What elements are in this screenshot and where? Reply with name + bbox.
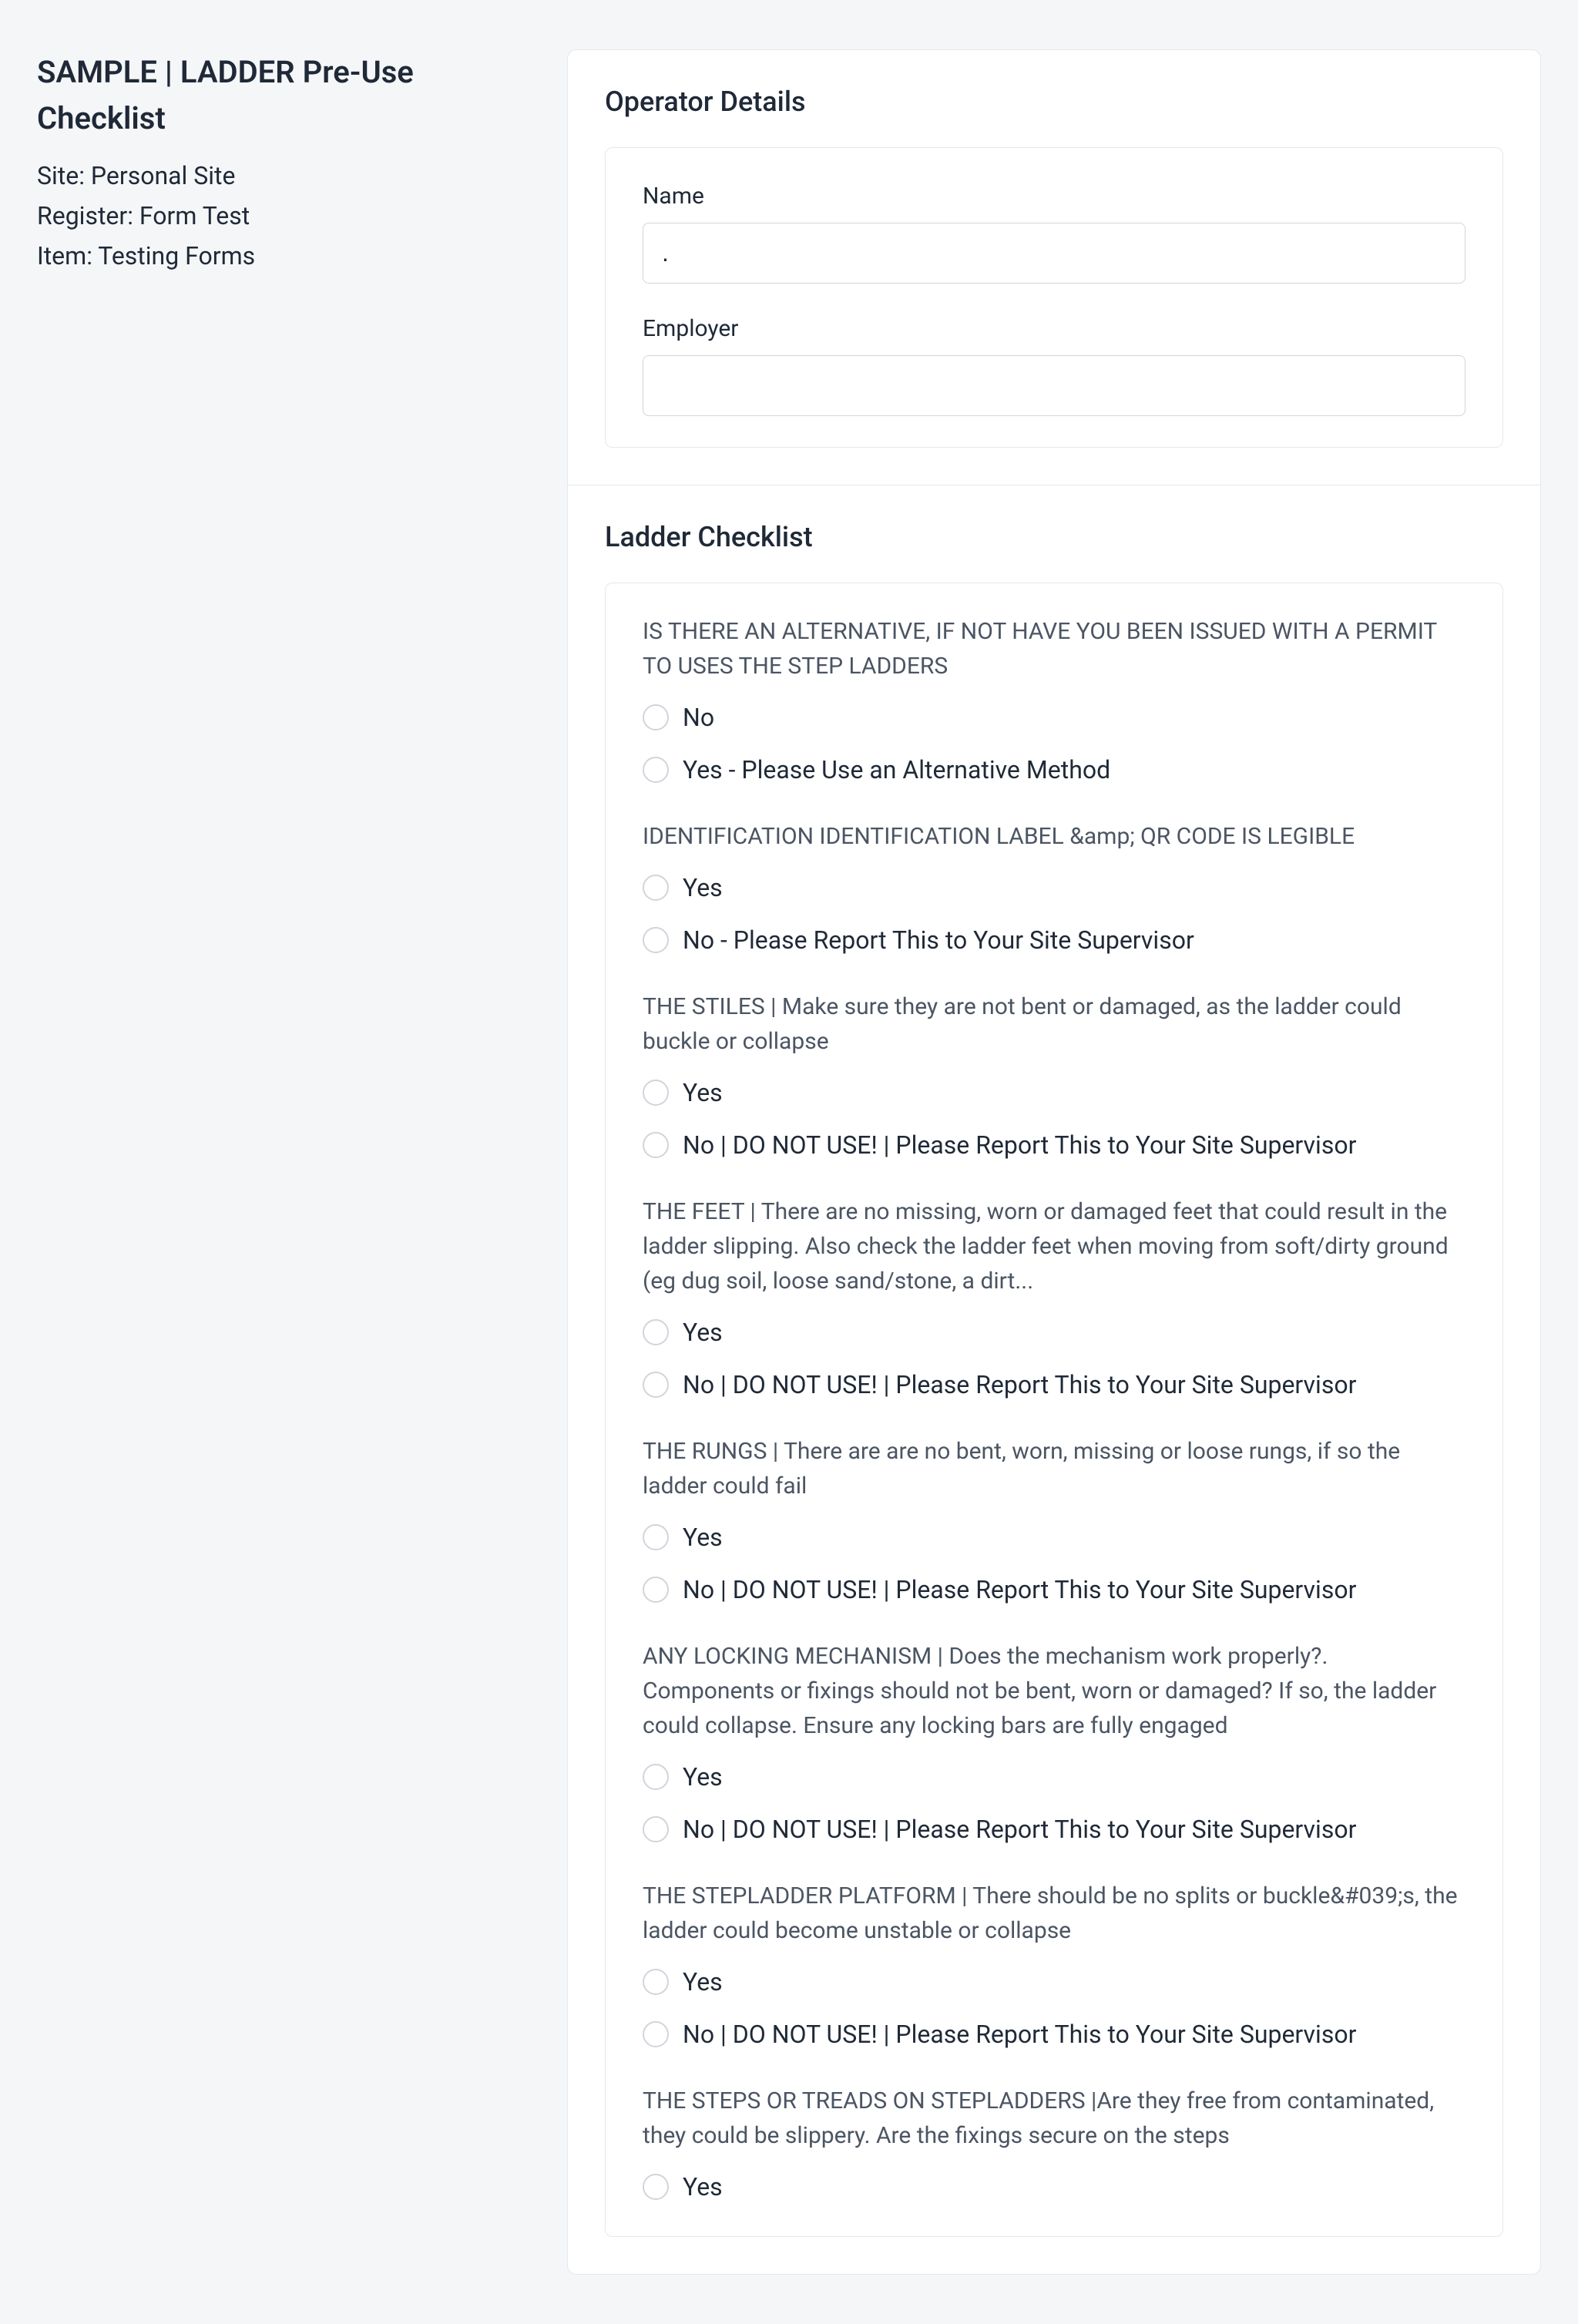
meta-register: Register: Form Test bbox=[37, 197, 530, 234]
meta-register-label: Register: bbox=[37, 201, 133, 230]
meta-site: Site: Personal Site bbox=[37, 157, 530, 194]
radio-option[interactable]: No | DO NOT USE! | Please Report This to… bbox=[643, 2016, 1466, 2053]
radio-icon bbox=[643, 1816, 669, 1842]
radio-label: No | DO NOT USE! | Please Report This to… bbox=[683, 1366, 1356, 1403]
radio-label: Yes bbox=[683, 869, 723, 906]
radio-icon bbox=[643, 1319, 669, 1345]
checklist-question: IS THERE AN ALTERNATIVE, IF NOT HAVE YOU… bbox=[643, 614, 1466, 788]
radio-option[interactable]: No - Please Report This to Your Site Sup… bbox=[643, 922, 1466, 959]
operator-details-card: Name Employer bbox=[605, 147, 1503, 448]
radio-label: Yes - Please Use an Alternative Method bbox=[683, 751, 1110, 788]
radio-icon bbox=[643, 1524, 669, 1550]
operator-details-section: Operator Details Name Employer bbox=[568, 50, 1540, 485]
question-text: ANY LOCKING MECHANISM | Does the mechani… bbox=[643, 1639, 1466, 1743]
radio-icon bbox=[643, 1132, 669, 1158]
ladder-checklist-title: Ladder Checklist bbox=[605, 516, 1503, 558]
meta-site-label: Site: bbox=[37, 161, 85, 190]
radio-label: No | DO NOT USE! | Please Report This to… bbox=[683, 1571, 1356, 1608]
question-text: THE STEPS OR TREADS ON STEPLADDERS |Are … bbox=[643, 2084, 1466, 2153]
radio-icon bbox=[643, 1764, 669, 1790]
employer-input[interactable] bbox=[643, 355, 1466, 416]
radio-icon bbox=[643, 1372, 669, 1398]
radio-label: Yes bbox=[683, 2168, 723, 2205]
checklist-question: THE STEPLADDER PLATFORM | There should b… bbox=[643, 1879, 1466, 2053]
radio-option[interactable]: Yes bbox=[643, 1519, 1466, 1556]
radio-icon bbox=[643, 757, 669, 783]
employer-label: Employer bbox=[643, 311, 1466, 346]
radio-icon bbox=[643, 927, 669, 953]
checklist-question: THE STEPS OR TREADS ON STEPLADDERS |Are … bbox=[643, 2084, 1466, 2205]
ladder-checklist-section: Ladder Checklist IS THERE AN ALTERNATIVE… bbox=[568, 485, 1540, 2274]
radio-option[interactable]: Yes bbox=[643, 1963, 1466, 2000]
radio-option[interactable]: No | DO NOT USE! | Please Report This to… bbox=[643, 1366, 1466, 1403]
radio-option[interactable]: Yes bbox=[643, 1758, 1466, 1795]
page-title: SAMPLE | LADDER Pre-Use Checklist bbox=[37, 49, 530, 142]
checklist-question: THE RUNGS | There are are no bent, worn,… bbox=[643, 1434, 1466, 1608]
radio-label: No | DO NOT USE! | Please Report This to… bbox=[683, 1127, 1356, 1164]
radio-option[interactable]: No bbox=[643, 699, 1466, 736]
meta-item-value: Testing Forms bbox=[98, 241, 255, 270]
operator-details-title: Operator Details bbox=[605, 81, 1503, 123]
checklist-question: ANY LOCKING MECHANISM | Does the mechani… bbox=[643, 1639, 1466, 1848]
radio-label: No - Please Report This to Your Site Sup… bbox=[683, 922, 1194, 959]
question-text: THE STEPLADDER PLATFORM | There should b… bbox=[643, 1879, 1466, 1948]
radio-icon bbox=[643, 1080, 669, 1106]
question-text: THE STILES | Make sure they are not bent… bbox=[643, 989, 1466, 1059]
radio-icon bbox=[643, 2174, 669, 2200]
question-text: IS THERE AN ALTERNATIVE, IF NOT HAVE YOU… bbox=[643, 614, 1466, 683]
name-input[interactable] bbox=[643, 223, 1466, 284]
ladder-checklist-card: IS THERE AN ALTERNATIVE, IF NOT HAVE YOU… bbox=[605, 583, 1503, 2237]
radio-icon bbox=[643, 1577, 669, 1603]
radio-label: Yes bbox=[683, 1074, 723, 1111]
radio-icon bbox=[643, 704, 669, 730]
radio-option[interactable]: Yes bbox=[643, 1314, 1466, 1351]
name-label: Name bbox=[643, 179, 1466, 213]
meta-register-value: Form Test bbox=[139, 201, 250, 230]
radio-label: No | DO NOT USE! | Please Report This to… bbox=[683, 2016, 1356, 2053]
radio-option[interactable]: No | DO NOT USE! | Please Report This to… bbox=[643, 1571, 1466, 1608]
radio-label: Yes bbox=[683, 1963, 723, 2000]
radio-icon bbox=[643, 1969, 669, 1995]
meta-item-label: Item: bbox=[37, 241, 92, 270]
checklist-question: THE FEET | There are no missing, worn or… bbox=[643, 1194, 1466, 1403]
employer-field-group: Employer bbox=[643, 311, 1466, 416]
checklist-question: THE STILES | Make sure they are not bent… bbox=[643, 989, 1466, 1164]
radio-option[interactable]: Yes bbox=[643, 1074, 1466, 1111]
radio-option[interactable]: No | DO NOT USE! | Please Report This to… bbox=[643, 1127, 1466, 1164]
question-text: IDENTIFICATION IDENTIFICATION LABEL &amp… bbox=[643, 819, 1466, 854]
name-field-group: Name bbox=[643, 179, 1466, 284]
question-text: THE FEET | There are no missing, worn or… bbox=[643, 1194, 1466, 1298]
radio-option[interactable]: Yes - Please Use an Alternative Method bbox=[643, 751, 1466, 788]
radio-label: Yes bbox=[683, 1758, 723, 1795]
radio-label: Yes bbox=[683, 1519, 723, 1556]
radio-option[interactable]: Yes bbox=[643, 2168, 1466, 2205]
meta-item: Item: Testing Forms bbox=[37, 237, 530, 274]
radio-icon bbox=[643, 2021, 669, 2047]
radio-label: Yes bbox=[683, 1314, 723, 1351]
radio-icon bbox=[643, 875, 669, 901]
radio-option[interactable]: No | DO NOT USE! | Please Report This to… bbox=[643, 1811, 1466, 1848]
radio-label: No bbox=[683, 699, 714, 736]
radio-option[interactable]: Yes bbox=[643, 869, 1466, 906]
meta-site-value: Personal Site bbox=[91, 161, 236, 190]
checklist-question: IDENTIFICATION IDENTIFICATION LABEL &amp… bbox=[643, 819, 1466, 959]
question-text: THE RUNGS | There are are no bent, worn,… bbox=[643, 1434, 1466, 1503]
radio-label: No | DO NOT USE! | Please Report This to… bbox=[683, 1811, 1356, 1848]
form-card: Operator Details Name Employer Ladder Ch… bbox=[567, 49, 1541, 2275]
